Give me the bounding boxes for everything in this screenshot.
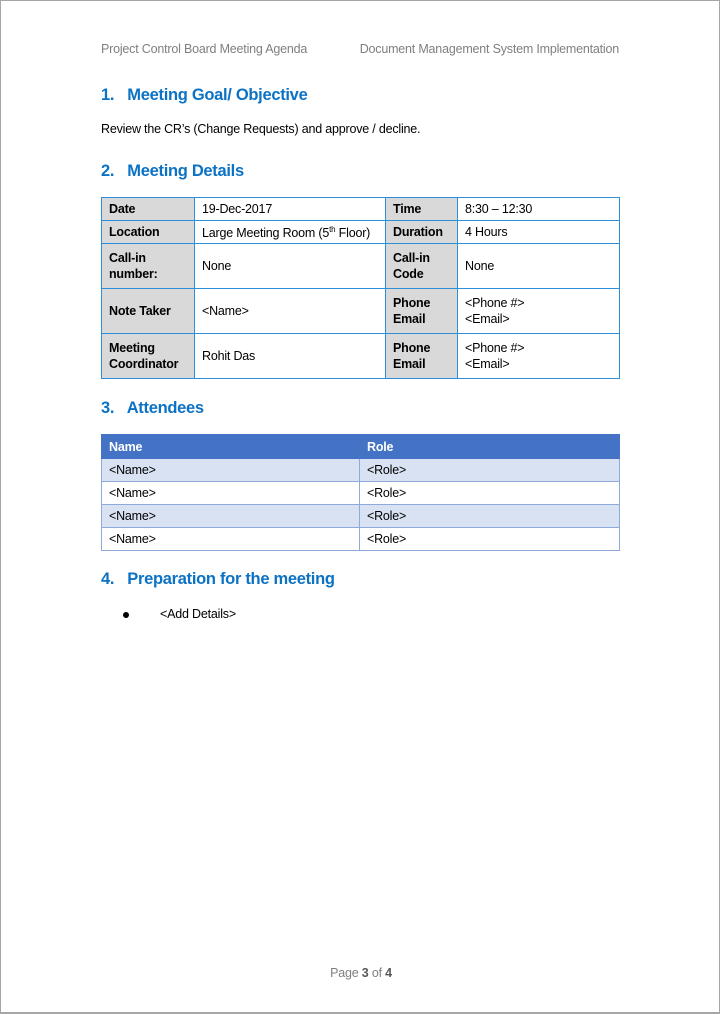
current-page-number: 3 (361, 966, 369, 980)
table-row: <Name> <Role> (101, 527, 620, 551)
note-taker-contact: <Phone #> <Email> (457, 288, 620, 334)
objective-text: Review the CR’s (Change Requests) and ap… (101, 122, 421, 136)
section-heading-attendees: 3. Attendees (101, 399, 204, 418)
phone-value: <Phone #> (465, 341, 525, 355)
note-taker-label: Note Taker (101, 288, 195, 334)
label-line: Phone (393, 296, 431, 310)
document-page: Project Control Board Meeting Agenda Doc… (0, 0, 720, 1014)
attendee-name: <Name> (101, 527, 360, 551)
header-document-title: Project Control Board Meeting Agenda (101, 42, 308, 56)
table-header-row: Name Role (101, 434, 620, 459)
label-line: number: (109, 267, 158, 281)
label-line: Meeting (109, 341, 155, 355)
label-line: Email (393, 357, 426, 371)
section-title: Preparation for the meeting (127, 570, 335, 588)
section-number: 2. (101, 162, 115, 180)
section-title: Meeting Details (127, 162, 244, 180)
list-item: <Add Details> (123, 607, 236, 621)
time-value: 8:30 – 12:30 (457, 197, 620, 221)
location-text: Large Meeting Room (5 (202, 226, 330, 241)
table-row: Note Taker <Name> Phone Email <Phone #> <E… (101, 288, 620, 334)
coordinator-label: Meeting Coordinator (101, 333, 195, 379)
date-label: Date (101, 197, 195, 221)
label-line: Call-in (393, 251, 430, 265)
section-title: Attendees (126, 399, 204, 417)
meeting-details-table: Date 19-Dec-2017 Time 8:30 – 12:30 Locat… (101, 197, 620, 379)
attendee-role: <Role> (359, 458, 620, 482)
callin-code-value: None (457, 243, 620, 289)
preparation-list: <Add Details> (123, 607, 236, 621)
note-taker-value: <Name> (194, 288, 386, 334)
email-value: <Email> (465, 312, 510, 326)
date-value: 19-Dec-2017 (194, 197, 386, 221)
page-of-label: of (368, 966, 386, 980)
page-label: Page (330, 966, 362, 980)
coordinator-contact: <Phone #> <Email> (457, 333, 620, 379)
callin-number-value: None (194, 243, 386, 289)
email-value: <Email> (465, 357, 510, 371)
column-header-name: Name (101, 434, 360, 459)
column-header-role: Role (359, 434, 620, 459)
section-heading-objective: 1. Meeting Goal/ Objective (101, 86, 308, 105)
phone-email-label: Phone Email (385, 288, 458, 334)
location-value: Large Meeting Room (5th Floor) (194, 220, 386, 244)
attendee-role: <Role> (359, 504, 620, 528)
callin-code-label: Call-in Code (385, 243, 458, 289)
page-footer: Page 3 of 4 (1, 966, 720, 980)
table-row: <Name> <Role> (101, 458, 620, 482)
total-pages-number: 4 (385, 966, 392, 980)
location-text-end: Floor) (335, 226, 371, 241)
section-title: Meeting Goal/ Objective (127, 86, 308, 104)
duration-value: 4 Hours (457, 220, 620, 244)
attendees-table: Name Role <Name> <Role> <Name> <Role> <N… (101, 434, 620, 551)
attendee-name: <Name> (101, 481, 360, 505)
table-row: Date 19-Dec-2017 Time 8:30 – 12:30 (101, 197, 620, 221)
time-label: Time (385, 197, 458, 221)
list-item-text: <Add Details> (160, 607, 236, 621)
location-label: Location (101, 220, 195, 244)
table-row: Meeting Coordinator Rohit Das Phone Email … (101, 333, 620, 379)
header-project-name: Document Management System Implementatio… (359, 42, 619, 56)
attendee-role: <Role> (359, 527, 620, 551)
label-line: Email (393, 312, 426, 326)
phone-value: <Phone #> (465, 296, 525, 310)
attendee-role: <Role> (359, 481, 620, 505)
table-row: <Name> <Role> (101, 481, 620, 505)
section-number: 3. (101, 399, 115, 417)
callin-number-label: Call-in number: (101, 243, 195, 289)
section-number: 1. (101, 86, 115, 104)
phone-email-label: Phone Email (385, 333, 458, 379)
label-line: Code (393, 267, 424, 281)
attendee-name: <Name> (101, 504, 360, 528)
label-line: Phone (393, 341, 431, 355)
duration-label: Duration (385, 220, 458, 244)
coordinator-value: Rohit Das (194, 333, 386, 379)
attendee-name: <Name> (101, 458, 360, 482)
table-row: Call-in number: None Call-in Code None (101, 243, 620, 289)
section-heading-details: 2. Meeting Details (101, 162, 244, 181)
label-line: Coordinator (109, 357, 179, 371)
table-row: Location Large Meeting Room (5th Floor) … (101, 220, 620, 244)
label-line: Call-in (109, 251, 146, 265)
table-row: <Name> <Role> (101, 504, 620, 528)
section-heading-preparation: 4. Preparation for the meeting (101, 570, 335, 589)
bullet-icon (123, 612, 129, 618)
section-number: 4. (101, 570, 115, 588)
